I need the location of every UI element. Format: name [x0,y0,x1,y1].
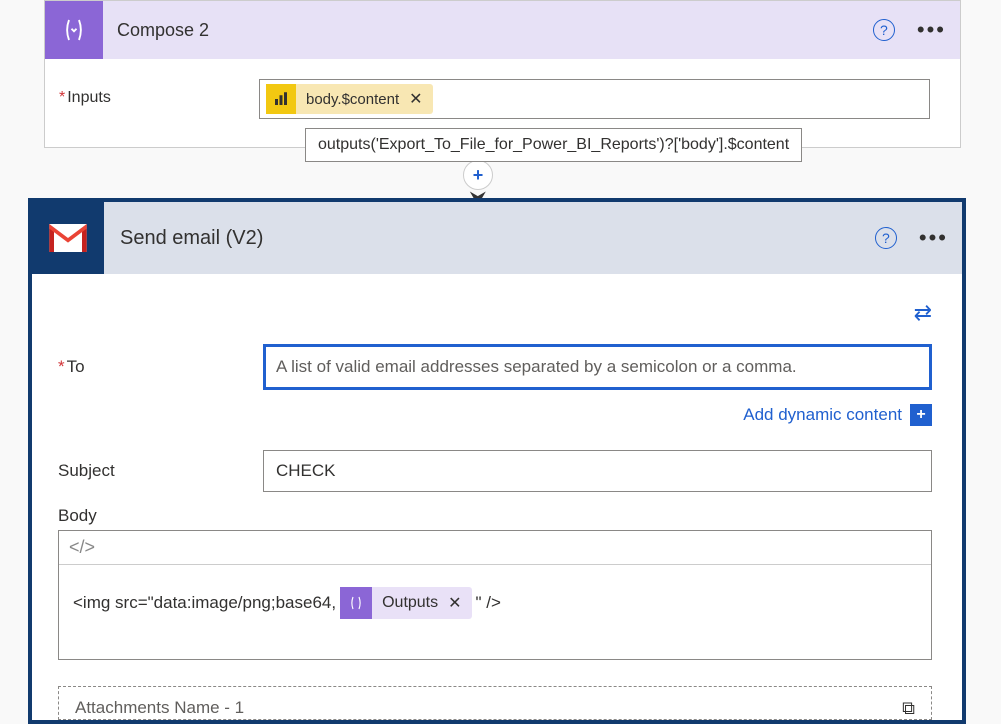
powerbi-icon [266,84,296,114]
send-email-action-card: Send email (V2) ? ••• ⇄ *To Add dynamic … [28,198,966,724]
body-suffix-text: " /> [476,593,501,613]
body-label: Body [58,506,932,526]
remove-token-icon[interactable]: ✕ [409,89,422,109]
email-header[interactable]: Send email (V2) ? ••• [32,202,962,274]
compose-output-icon [340,587,372,619]
compose-title: Compose 2 [117,20,209,41]
outputs-token-label: Outputs [382,594,438,612]
expression-tooltip: outputs('Export_To_File_for_Power_BI_Rep… [305,128,802,162]
body-toolbar: </> [59,531,931,565]
attachments-section[interactable]: Attachments Name - 1 ⧉ [58,686,932,720]
token-label: body.$content [306,91,399,108]
compose-icon [45,1,103,59]
attachment-action-icon[interactable]: ⧉ [902,698,915,719]
inputs-label: *Inputs [59,79,259,107]
swap-connection-icon[interactable]: ⇄ [914,300,932,326]
help-icon[interactable]: ? [873,19,895,41]
body-content[interactable]: <img src="data:image/png;base64, Outputs… [59,565,931,659]
attachments-label: Attachments Name - 1 [75,698,244,718]
outputs-token[interactable]: Outputs ✕ [340,587,471,619]
help-icon[interactable]: ? [875,227,897,249]
remove-outputs-token-icon[interactable]: ✕ [448,593,461,613]
add-step-button[interactable]: + [463,160,493,190]
gmail-icon [32,202,104,274]
more-menu-icon[interactable]: ••• [917,25,946,35]
to-field[interactable] [263,344,932,390]
code-view-icon[interactable]: </> [69,537,95,558]
inputs-field[interactable]: body.$content ✕ [259,79,930,119]
add-dynamic-content-button[interactable]: + [910,404,932,426]
email-title: Send email (V2) [120,227,263,250]
to-label: *To [58,357,263,377]
subject-field[interactable]: CHECK [263,450,932,492]
subject-value: CHECK [276,461,336,481]
compose-action-card: Compose 2 ? ••• *Inputs body.$content ✕ [44,0,961,148]
powerbi-content-token[interactable]: body.$content ✕ [266,84,433,114]
compose-header[interactable]: Compose 2 ? ••• [45,1,960,59]
to-input[interactable] [276,347,919,387]
subject-label: Subject [58,461,263,481]
add-dynamic-content-link[interactable]: Add dynamic content [743,405,902,425]
more-menu-icon[interactable]: ••• [919,233,948,243]
body-editor: </> <img src="data:image/png;base64, Out… [58,530,932,660]
body-prefix-text: <img src="data:image/png;base64, [73,593,336,613]
